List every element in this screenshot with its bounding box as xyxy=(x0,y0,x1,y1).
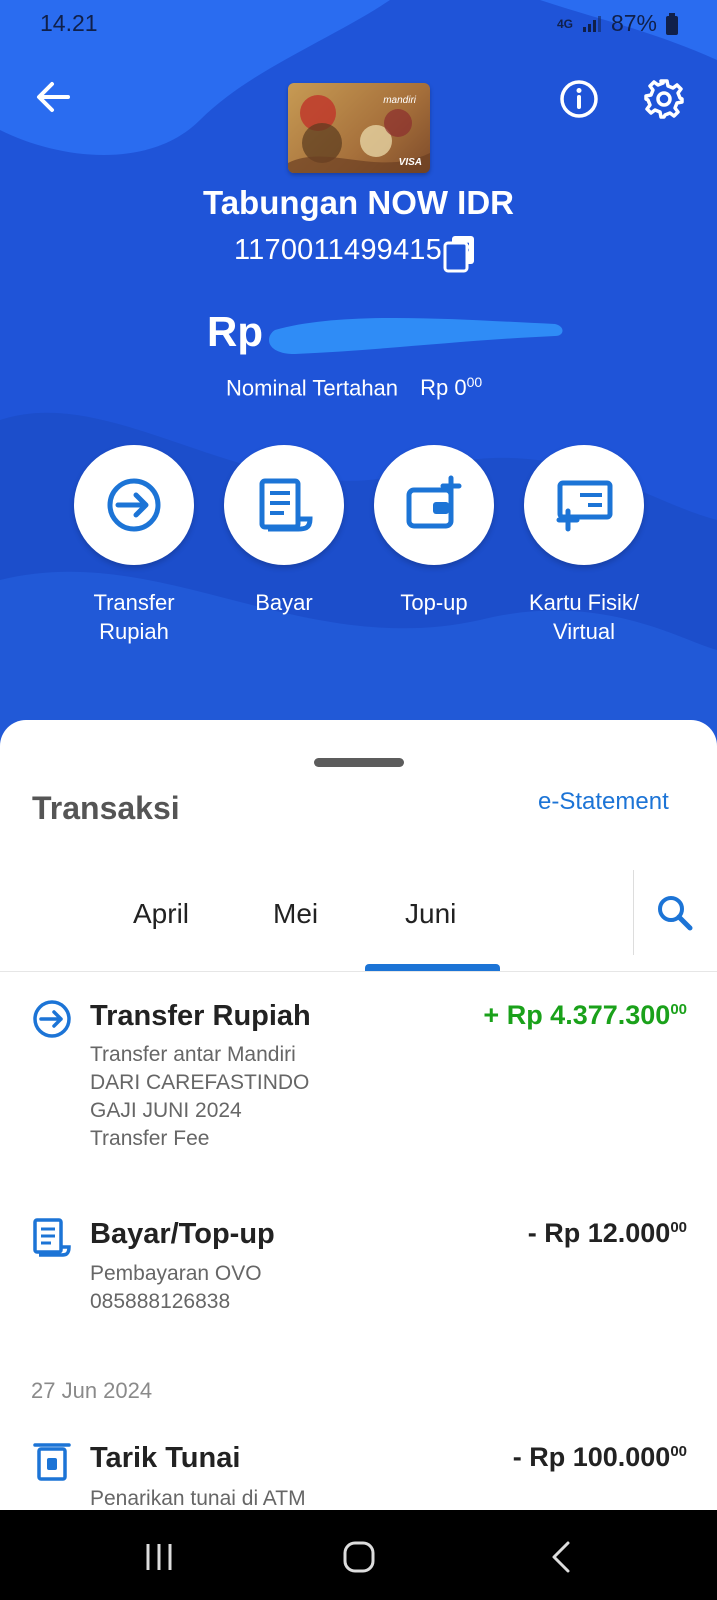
transaction-title: Tarik Tunai xyxy=(90,1442,241,1474)
topup-label: Top-up xyxy=(354,588,514,617)
wallet-plus-icon xyxy=(406,475,462,529)
home-icon[interactable] xyxy=(342,1540,378,1574)
held-label: Nominal Tertahan xyxy=(226,375,399,401)
search-icon xyxy=(658,896,693,931)
transfer-icon xyxy=(33,1000,71,1038)
signal-icon xyxy=(582,15,601,32)
status-time: 14.21 xyxy=(40,10,98,36)
tab-mei[interactable]: Mei xyxy=(273,898,318,930)
held-amount-row: Nominal Tertahan Rp 000 xyxy=(226,374,482,401)
transactions-heading: Transaksi xyxy=(32,790,180,826)
settings-button[interactable] xyxy=(643,78,685,125)
bayar-button[interactable] xyxy=(224,445,344,565)
transaction-title: Transfer Rupiah xyxy=(90,1000,311,1032)
gear-icon xyxy=(644,79,684,119)
search-button[interactable] xyxy=(655,893,695,938)
balance-redaction xyxy=(269,317,563,354)
transaction-details: Transfer antar Mandiri DARI CAREFASTINDO… xyxy=(90,1041,309,1153)
topup-button[interactable] xyxy=(374,445,494,565)
card-brand: VISA xyxy=(398,157,422,168)
kartu-label: Kartu Fisik/ Virtual xyxy=(504,588,664,646)
action-label-line: Bayar xyxy=(255,590,313,615)
detail-line: 085888126838 xyxy=(90,1290,231,1313)
card-plus-icon xyxy=(556,480,613,532)
card-bank-logo: mandiri xyxy=(383,95,416,106)
amount-value: - Rp 12.000 xyxy=(527,1218,671,1248)
recent-apps-icon[interactable] xyxy=(143,1542,177,1572)
action-label-line: Kartu Fisik/ xyxy=(528,590,640,615)
date-header: 27 Jun 2024 xyxy=(31,1378,153,1403)
action-label-line: Top-up xyxy=(400,590,468,615)
held-cents: 00 xyxy=(466,374,483,390)
amount-cents: 00 xyxy=(670,1443,687,1460)
system-navigation-bar xyxy=(0,1510,717,1600)
transfer-icon xyxy=(107,478,161,532)
arrow-left-icon xyxy=(37,82,70,112)
account-number-row: 1170011499415 xyxy=(234,234,442,267)
network-indicator: 4G xyxy=(556,16,573,31)
battery-icon xyxy=(666,12,678,35)
debit-card-image[interactable]: mandiri VISA xyxy=(288,83,430,173)
account-number: 1170011499415 xyxy=(234,234,442,266)
status-bar: 14.21 4G 87% xyxy=(0,0,717,46)
info-icon xyxy=(560,80,598,118)
copy-icon xyxy=(443,236,474,273)
bill-icon xyxy=(33,1218,71,1257)
transfer-rupiah-label: Transfer Rupiah xyxy=(54,588,214,646)
detail-line: DARI CAREFASTINDO xyxy=(90,1071,310,1094)
atm-icon xyxy=(33,1443,71,1481)
kartu-fisik-virtual-button[interactable] xyxy=(524,445,644,565)
detail-line: Pembayaran OVO xyxy=(90,1262,262,1285)
account-title: Tabungan NOW IDR xyxy=(202,184,515,221)
tab-juni[interactable]: Juni xyxy=(405,898,456,930)
active-tab-indicator xyxy=(365,964,500,971)
amount-cents: 00 xyxy=(670,1001,687,1018)
amount-cents: 00 xyxy=(670,1219,687,1236)
e-statement-link[interactable]: e-Statement xyxy=(538,788,669,816)
amount-value: - Rp 100.000 xyxy=(512,1442,671,1472)
action-label-line: Virtual xyxy=(553,619,615,644)
amount-value: + Rp 4.377.300 xyxy=(483,1000,671,1030)
battery-text: 87% xyxy=(610,10,657,36)
transaction-amount: + Rp 4.377.30000 xyxy=(483,1000,687,1031)
transaction-title: Bayar/Top-up xyxy=(90,1218,275,1250)
tabs-bottom-border xyxy=(0,971,717,972)
transaction-amount: - Rp 100.00000 xyxy=(513,1442,687,1473)
detail-line: GAJI JUNI 2024 xyxy=(90,1099,242,1122)
action-label-line: Rupiah xyxy=(99,619,169,644)
tab-april[interactable]: April xyxy=(133,898,189,930)
action-label-line: Transfer xyxy=(93,590,175,615)
sheet-drag-handle[interactable] xyxy=(314,758,404,767)
tab-divider xyxy=(633,870,634,955)
detail-line: Transfer antar Mandiri xyxy=(90,1043,296,1066)
info-button[interactable] xyxy=(558,78,600,125)
back-nav-icon[interactable] xyxy=(548,1540,574,1574)
back-button[interactable] xyxy=(34,78,72,121)
copy-account-button[interactable] xyxy=(442,234,478,279)
detail-line: Transfer Fee xyxy=(90,1127,210,1150)
transaction-details: Penarikan tunai di ATM xyxy=(90,1485,306,1513)
detail-line: Penarikan tunai di ATM xyxy=(90,1487,306,1510)
bill-icon xyxy=(259,478,313,532)
bayar-label: Bayar xyxy=(204,588,364,617)
transaction-details: Pembayaran OVO 085888126838 xyxy=(90,1260,262,1316)
transfer-rupiah-button[interactable] xyxy=(74,445,194,565)
balance-prefix: Rp xyxy=(207,308,263,355)
transaction-amount: - Rp 12.00000 xyxy=(528,1218,687,1249)
held-amount: Rp 0 xyxy=(420,375,467,401)
